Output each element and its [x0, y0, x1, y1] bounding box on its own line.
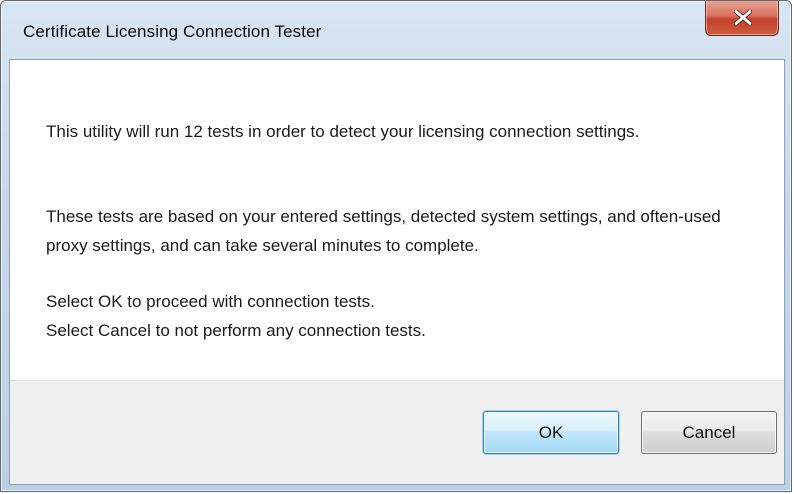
message-paragraph-2: These tests are based on your entered se… — [46, 207, 721, 255]
title-bar[interactable]: Certificate Licensing Connection Tester — [1, 1, 791, 59]
dialog-client-area: This utility will run 12 tests in order … — [9, 59, 785, 485]
cancel-button[interactable]: Cancel — [641, 411, 777, 454]
dialog-window: Certificate Licensing Connection Tester … — [0, 0, 792, 492]
message-ok-instruction: Select OK to proceed with connection tes… — [46, 292, 375, 311]
button-bar: OK Cancel — [10, 380, 784, 484]
close-button[interactable] — [705, 1, 779, 36]
ok-button[interactable]: OK — [483, 411, 619, 454]
message-area: This utility will run 12 tests in order … — [10, 60, 784, 380]
message-cancel-instruction: Select Cancel to not perform any connect… — [46, 321, 426, 340]
close-icon — [734, 10, 752, 25]
message-paragraph-3: Select OK to proceed with connection tes… — [46, 287, 746, 345]
message-paragraph-1: This utility will run 12 tests in order … — [46, 122, 640, 141]
window-title: Certificate Licensing Connection Tester — [23, 22, 322, 41]
